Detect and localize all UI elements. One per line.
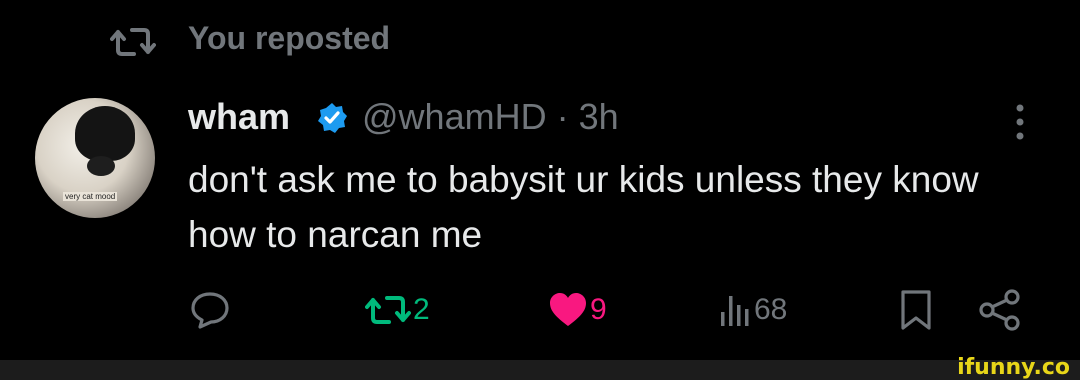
more-options-icon[interactable] [1005, 102, 1035, 142]
share-icon [979, 289, 1020, 331]
avatar[interactable]: very cat mood [35, 98, 155, 218]
post-text: don't ask me to babysit ur kids unless t… [188, 159, 979, 255]
avatar-caption: very cat mood [63, 192, 118, 201]
bookmark-button[interactable] [898, 288, 934, 332]
author-handle-time[interactable]: @whamHD · 3h [362, 96, 619, 138]
like-button[interactable]: 9 [548, 288, 607, 332]
views-icon [721, 296, 749, 326]
views-button[interactable]: 68 [718, 288, 787, 332]
repost-icon [365, 296, 411, 324]
avatar-cat-face [87, 156, 115, 176]
repost-count: 2 [413, 293, 430, 326]
reply-icon [191, 292, 229, 329]
heart-icon [550, 293, 586, 326]
like-count: 9 [590, 293, 607, 326]
bookmark-icon [901, 290, 931, 330]
author-name[interactable]: wham [188, 96, 290, 138]
repost-button[interactable]: 2 [365, 288, 430, 332]
ifunny-watermark: ifunny.co [957, 355, 1070, 380]
views-count: 68 [754, 293, 788, 326]
watermark-bar [0, 360, 1080, 380]
share-button[interactable] [978, 288, 1022, 332]
verified-badge-icon [318, 103, 347, 133]
avatar-cat-fur [75, 106, 135, 161]
social-context-label: You reposted [188, 20, 391, 56]
repost-icon [110, 28, 156, 56]
reply-button[interactable] [190, 288, 230, 332]
